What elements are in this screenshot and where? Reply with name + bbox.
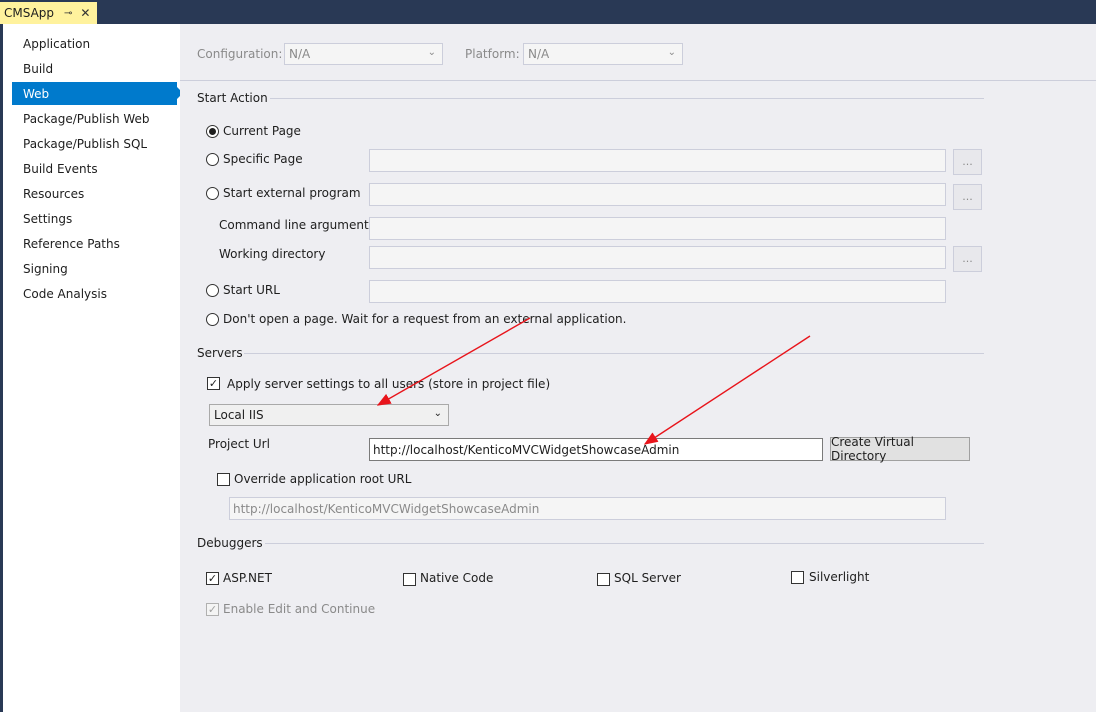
title-bar: CMSApp ⊸ ✕ — [0, 0, 1096, 24]
server-type-select[interactable]: Local IIS ⌄ — [209, 404, 449, 426]
override-root-url-checkbox[interactable] — [217, 473, 230, 486]
current-page-radio[interactable] — [206, 125, 219, 138]
aspnet-label: ASP.NET — [223, 571, 272, 585]
apply-server-settings-label: Apply server settings to all users (stor… — [227, 377, 551, 391]
sidebar-item-label: Build — [23, 61, 54, 76]
create-virtual-directory-button[interactable]: Create Virtual Directory — [830, 435, 970, 463]
sidebar-item-application[interactable]: Application — [12, 32, 177, 55]
sidebar-item-code-analysis[interactable]: Code Analysis — [12, 282, 177, 305]
pin-icon[interactable]: ⊸ — [64, 8, 72, 19]
dont-open-page-radio[interactable] — [206, 313, 219, 326]
current-page-label: Current Page — [223, 124, 301, 138]
configuration-label: Configuration: — [197, 47, 283, 61]
sidebar-item-package-publish-web[interactable]: Package/Publish Web — [12, 107, 177, 130]
sidebar-item-label: Package/Publish SQL — [23, 136, 148, 151]
divider — [265, 543, 984, 544]
chevron-down-icon: ⌄ — [433, 408, 442, 419]
sidebar-item-resources[interactable]: Resources — [12, 182, 177, 205]
working-directory-input[interactable] — [369, 246, 946, 269]
sidebar-item-label: Web — [23, 86, 50, 101]
web-properties-page: Configuration: N/A ⌄ Platform: N/A ⌄ Sta… — [180, 24, 1096, 712]
sidebar-item-signing[interactable]: Signing — [12, 257, 177, 280]
servers-title: Servers — [197, 346, 243, 360]
external-program-browse-button[interactable]: ... — [953, 184, 982, 210]
silverlight-label: Silverlight — [809, 570, 870, 584]
start-external-program-radio[interactable] — [206, 187, 219, 200]
native-code-checkbox[interactable] — [403, 573, 416, 586]
platform-label: Platform: — [465, 47, 520, 61]
sidebar-item-build-events[interactable]: Build Events — [12, 157, 177, 180]
sidebar-item-label: Resources — [23, 186, 85, 201]
specific-page-input[interactable] — [369, 149, 946, 172]
sidebar-item-label: Reference Paths — [23, 236, 120, 251]
start-url-input[interactable] — [369, 280, 946, 303]
sidebar-item-package-publish-sql[interactable]: Package/Publish SQL — [12, 132, 177, 155]
start-external-program-label: Start external program — [223, 186, 361, 200]
specific-page-label: Specific Page — [223, 152, 303, 166]
command-line-arguments-input[interactable] — [369, 217, 946, 240]
divider — [270, 98, 984, 99]
edit-and-continue-label: Enable Edit and Continue — [223, 602, 376, 616]
sidebar-item-label: Build Events — [23, 161, 98, 176]
sidebar-item-label: Application — [23, 36, 91, 51]
silverlight-checkbox[interactable] — [791, 571, 804, 584]
divider — [180, 80, 1096, 81]
sidebar-item-build[interactable]: Build — [12, 57, 177, 80]
configuration-select[interactable]: N/A ⌄ — [284, 43, 443, 65]
sidebar-item-label: Settings — [23, 211, 73, 226]
sidebar-item-reference-paths[interactable]: Reference Paths — [12, 232, 177, 255]
edit-and-continue-checkbox[interactable]: ✓ — [206, 603, 219, 616]
specific-page-radio[interactable] — [206, 153, 219, 166]
apply-server-settings-checkbox[interactable]: ✓ — [207, 377, 220, 390]
command-line-arguments-label: Command line arguments — [219, 218, 375, 232]
close-icon[interactable]: ✕ — [80, 6, 90, 20]
override-root-url-label: Override application root URL — [234, 472, 412, 486]
document-tab-title: CMSApp — [4, 6, 55, 20]
start-url-radio[interactable] — [206, 284, 219, 297]
sidebar-item-label: Code Analysis — [23, 286, 107, 301]
override-root-url-input[interactable]: http://localhost/KenticoMVCWidgetShowcas… — [229, 497, 946, 520]
chevron-down-icon: ⌄ — [667, 47, 676, 58]
sidebar-item-label: Signing — [23, 261, 68, 276]
start-action-title: Start Action — [197, 91, 268, 105]
dont-open-page-label: Don't open a page. Wait for a request fr… — [223, 312, 627, 326]
native-code-label: Native Code — [420, 571, 494, 585]
external-program-input[interactable] — [369, 183, 946, 206]
start-url-label: Start URL — [223, 283, 280, 297]
platform-select[interactable]: N/A ⌄ — [523, 43, 683, 65]
working-directory-label: Working directory — [219, 247, 326, 261]
project-url-label: Project Url — [208, 437, 270, 451]
project-url-input[interactable]: http://localhost/KenticoMVCWidgetShowcas… — [369, 438, 823, 461]
chevron-down-icon: ⌄ — [427, 47, 436, 58]
sql-server-label: SQL Server — [614, 571, 681, 585]
document-tab[interactable]: CMSApp ⊸ ✕ — [0, 2, 97, 24]
server-type-value: Local IIS — [214, 408, 264, 422]
sql-server-checkbox[interactable] — [597, 573, 610, 586]
override-root-url-value: http://localhost/KenticoMVCWidgetShowcas… — [233, 501, 540, 516]
specific-page-browse-button[interactable]: ... — [953, 149, 982, 175]
sidebar-item-label: Package/Publish Web — [23, 111, 150, 126]
working-directory-browse-button[interactable]: ... — [953, 246, 982, 272]
sidebar: Application Build Web Package/Publish We… — [0, 24, 183, 712]
debuggers-title: Debuggers — [197, 536, 263, 550]
platform-value: N/A — [528, 47, 550, 61]
sidebar-item-web[interactable]: Web — [12, 82, 183, 105]
project-url-value: http://localhost/KenticoMVCWidgetShowcas… — [373, 442, 680, 457]
sidebar-item-settings[interactable]: Settings — [12, 207, 177, 230]
aspnet-checkbox[interactable]: ✓ — [206, 572, 219, 585]
divider — [244, 353, 984, 354]
configuration-value: N/A — [289, 47, 311, 61]
